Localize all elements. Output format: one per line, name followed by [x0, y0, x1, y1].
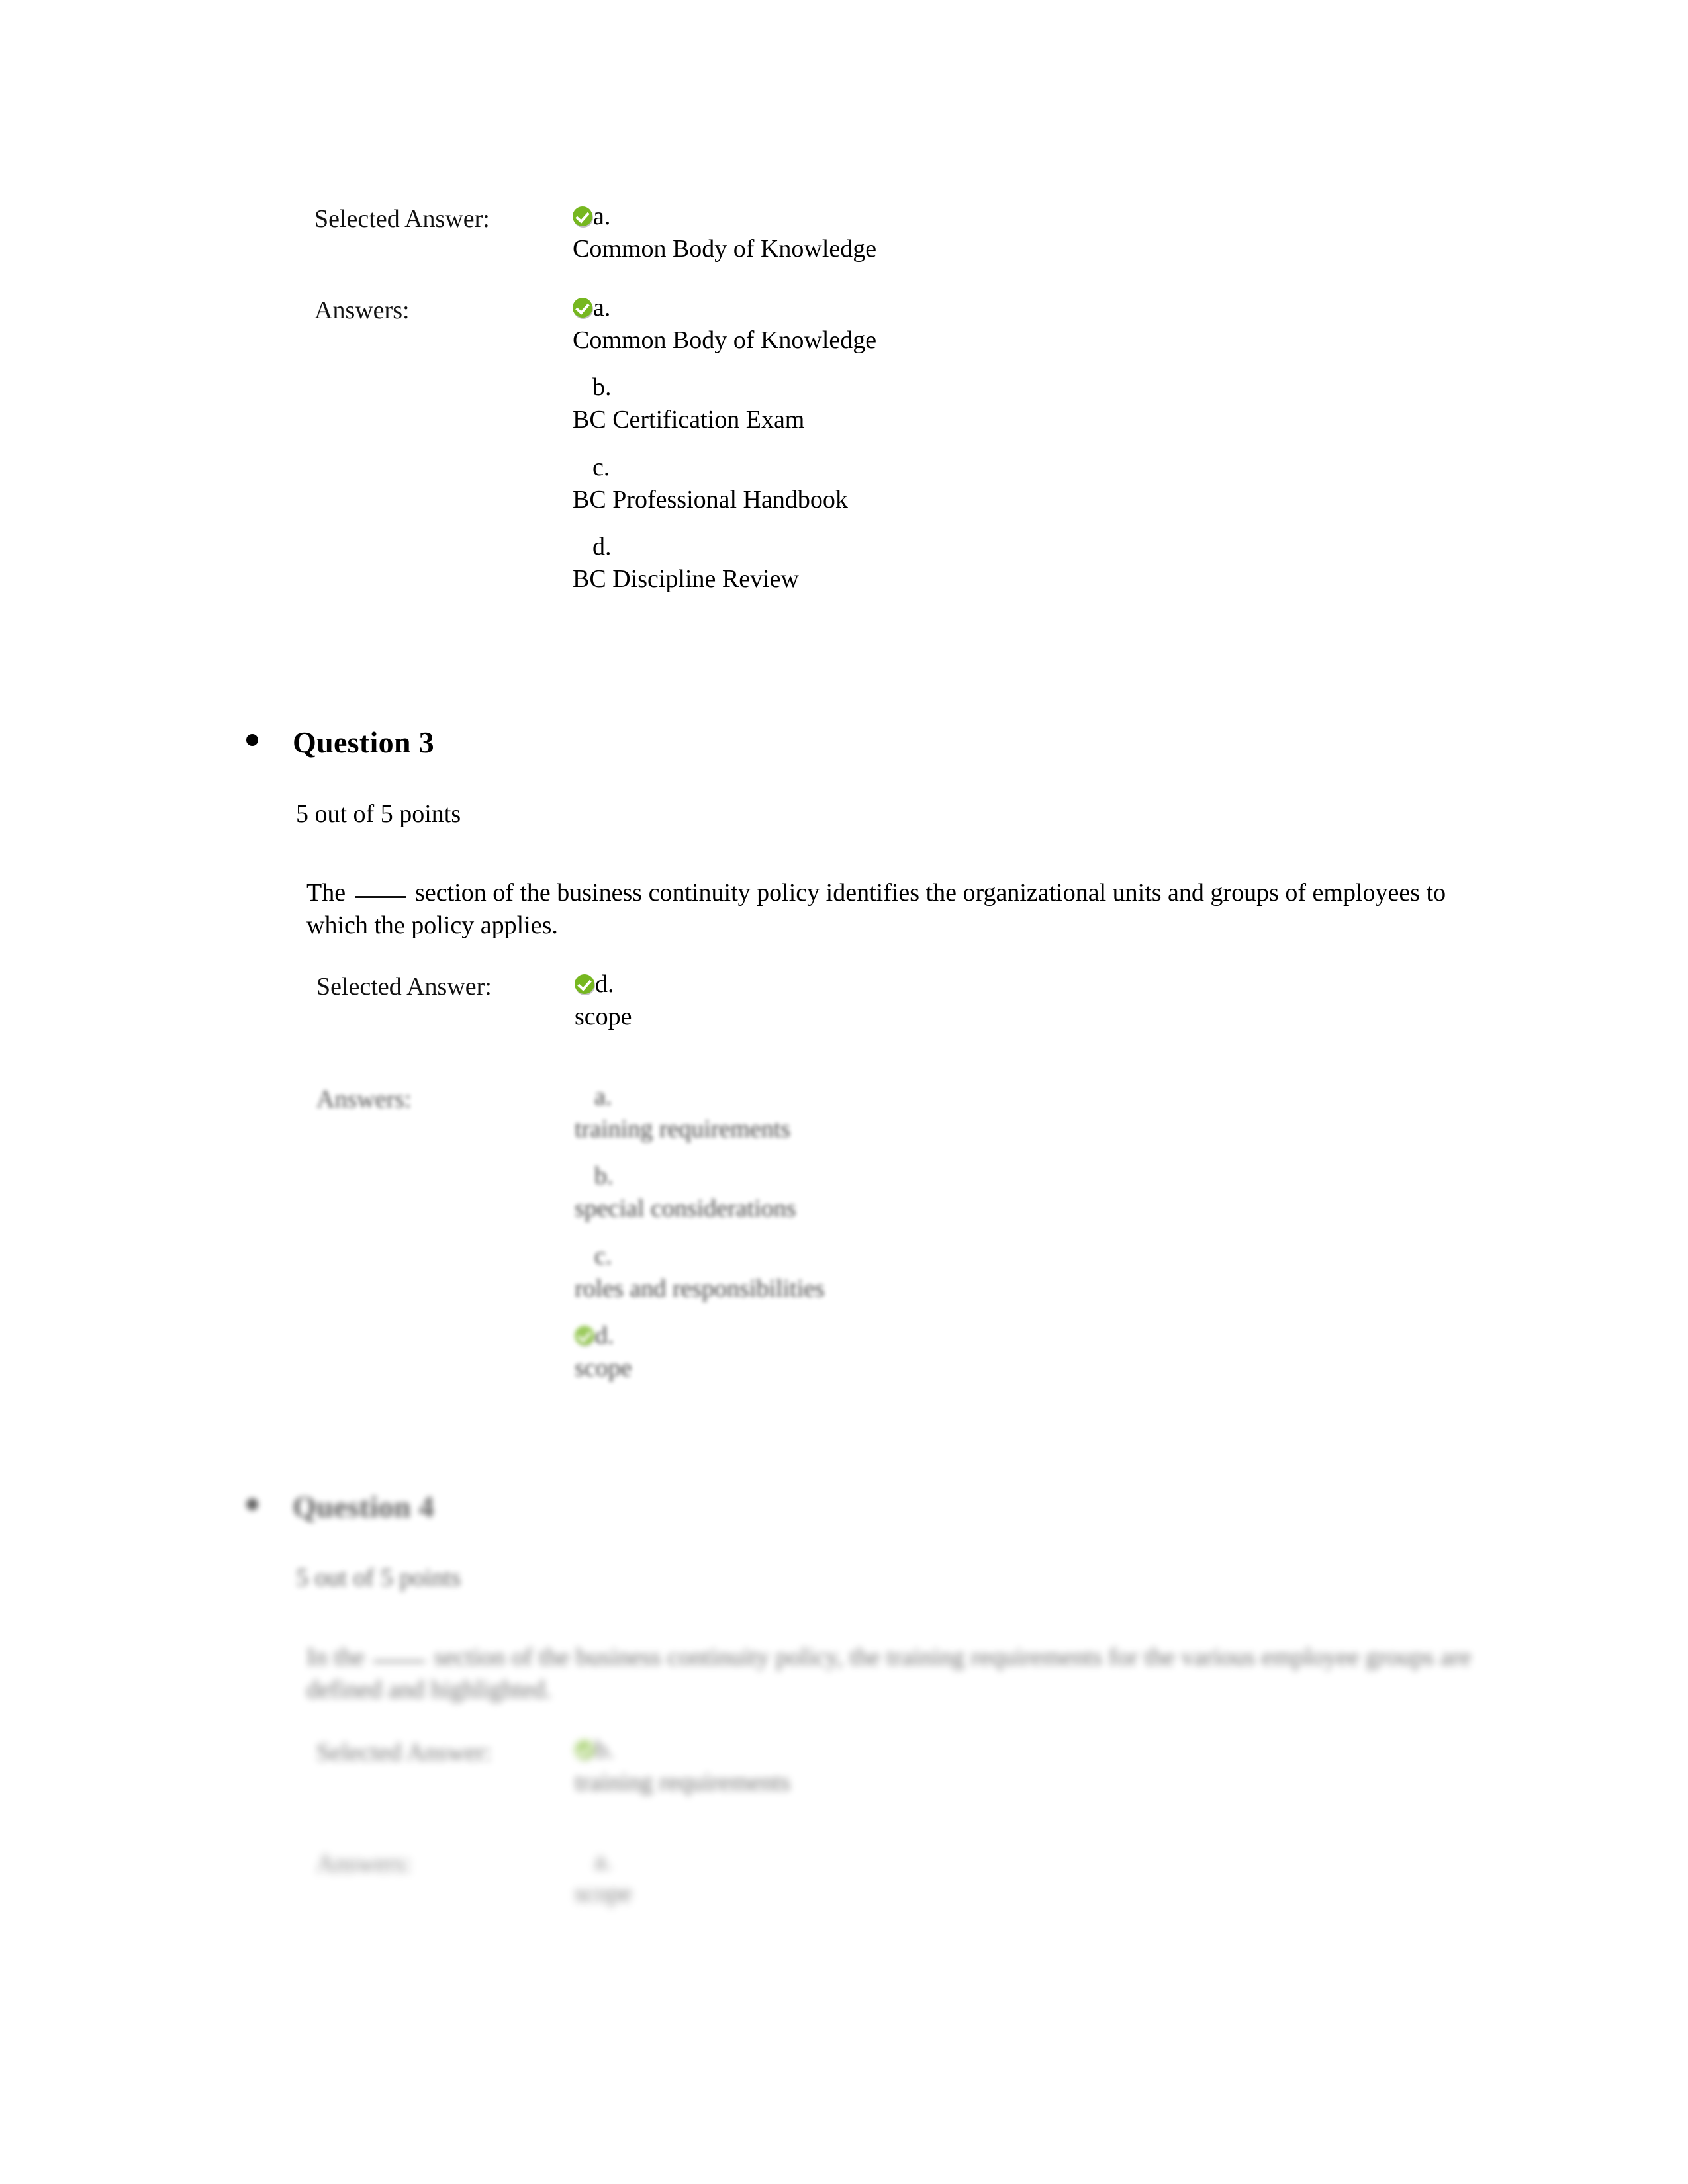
- document-page: Selected Answer: a. Common Body of Knowl…: [0, 0, 1688, 2184]
- qa-row: Selected Answer: a. Common Body of Knowl…: [314, 202, 1440, 264]
- option-letter: c.: [594, 1242, 612, 1270]
- option-letter-row: a.: [573, 202, 1440, 231]
- question-3-text: The section of the business continuity p…: [306, 877, 1498, 942]
- option-text: scope: [575, 1354, 632, 1383]
- answers-option-list: a. training requirements b. special cons…: [575, 1082, 1442, 1383]
- option-text: Common Body of Knowledge: [573, 235, 877, 263]
- question-text-before-blank: The: [306, 879, 352, 907]
- option: d. BC Discipline Review: [573, 532, 1440, 594]
- green-check-icon: [575, 1740, 594, 1760]
- option: d. scope: [575, 970, 1442, 1032]
- option: b. special considerations: [575, 1161, 1442, 1224]
- option-text: BC Discipline Review: [573, 565, 799, 594]
- list-bullet-icon: [246, 734, 258, 746]
- option-letter: d.: [595, 970, 614, 998]
- qa-row: Answers: a. scope: [316, 1846, 1442, 1909]
- question-text-after-blank: section of the business continuity polic…: [306, 1643, 1472, 1704]
- option-letter: d.: [595, 1321, 614, 1349]
- q3-answers-block: Answers: a. training requirements b. spe…: [316, 1082, 1442, 1383]
- question-4-heading: Question 4: [246, 1489, 434, 1524]
- qa-row: Answers: a. Common Body of Knowledge b. …: [314, 293, 1440, 594]
- option-letter: b.: [594, 1162, 614, 1191]
- option-text: BC Professional Handbook: [573, 485, 848, 514]
- answers-label: Answers:: [316, 1850, 412, 1878]
- selected-answer-option: b. training requirements: [575, 1735, 1442, 1797]
- option: c. roles and responsibilities: [575, 1242, 1442, 1304]
- list-bullet-icon: [246, 1498, 258, 1510]
- option-text: BC Certification Exam: [573, 406, 805, 434]
- option-text: training requirements: [575, 1768, 791, 1796]
- option-letter-row: d.: [573, 532, 1440, 561]
- option-text: special considerations: [575, 1195, 796, 1223]
- question-title: Question 4: [293, 1490, 434, 1524]
- option-text: scope: [575, 1880, 632, 1907]
- option-text: training requirements: [575, 1115, 791, 1143]
- green-check-icon: [573, 298, 592, 318]
- option-text: roles and responsibilities: [575, 1274, 825, 1302]
- option: c. BC Professional Handbook: [573, 453, 1440, 515]
- option-letter-row: b.: [575, 1735, 1442, 1764]
- green-check-icon: [575, 974, 594, 994]
- option-letter: a.: [594, 1082, 612, 1111]
- question-3-points: 5 out of 5 points: [296, 800, 461, 828]
- answers-option-list: a. Common Body of Knowledge b. BC Certif…: [573, 293, 1440, 594]
- option-letter: a.: [594, 1846, 612, 1875]
- qa-row: Answers: a. training requirements b. spe…: [316, 1082, 1442, 1383]
- option-letter-row: b.: [575, 1161, 1442, 1191]
- selected-answer-label: Selected Answer:: [316, 973, 492, 1001]
- option-text: Common Body of Knowledge: [573, 326, 877, 354]
- option-letter-row: a.: [575, 1846, 1442, 1876]
- question-text-after-blank: section of the business continuity polic…: [306, 879, 1446, 940]
- option: a. Common Body of Knowledge: [573, 202, 1440, 264]
- question-4-points: 5 out of 5 points: [296, 1564, 461, 1592]
- option: a. Common Body of Knowledge: [573, 293, 1440, 355]
- green-check-icon: [573, 206, 592, 226]
- option-letter: b.: [592, 373, 612, 402]
- option-letter-row: a.: [573, 293, 1440, 322]
- option-letter-row: a.: [575, 1082, 1442, 1111]
- option: a. training requirements: [575, 1082, 1442, 1144]
- q4-answers-block: Answers: a. scope: [316, 1846, 1442, 1909]
- green-check-icon: [575, 1326, 594, 1346]
- option: d. scope: [575, 1321, 1442, 1383]
- option-letter-row: d.: [575, 1321, 1442, 1350]
- option-letter-row: d.: [575, 970, 1442, 999]
- option-letter: b.: [595, 1735, 614, 1764]
- selected-answer-option: a. Common Body of Knowledge: [573, 202, 1440, 264]
- qa-row: Selected Answer: d. scope: [316, 970, 1442, 1032]
- question-text-before-blank: In the: [306, 1643, 371, 1671]
- q4-selected-answer-block: Selected Answer: b. training requirement…: [316, 1735, 1442, 1797]
- selected-answer-label: Selected Answer:: [316, 1739, 492, 1766]
- answers-option-list: a. scope: [575, 1846, 1442, 1909]
- q2-answers-block: Answers: a. Common Body of Knowledge b. …: [314, 293, 1440, 594]
- answers-label: Answers:: [316, 1085, 412, 1113]
- qa-row: Selected Answer: b. training requirement…: [316, 1735, 1442, 1797]
- answers-label: Answers:: [314, 296, 410, 324]
- option-letter: a.: [593, 202, 611, 230]
- option-text: scope: [575, 1003, 632, 1030]
- selected-answer-label: Selected Answer:: [314, 205, 490, 233]
- q3-selected-answer-block: Selected Answer: d. scope: [316, 970, 1442, 1032]
- option-letter-row: c.: [573, 453, 1440, 482]
- q2-selected-answer-block: Selected Answer: a. Common Body of Knowl…: [314, 202, 1440, 264]
- question-3-heading: Question 3: [246, 725, 434, 760]
- question-title: Question 3: [293, 725, 434, 759]
- option: a. scope: [575, 1846, 1442, 1909]
- option: b. training requirements: [575, 1735, 1442, 1797]
- option-letter: d.: [592, 532, 612, 561]
- selected-answer-option: d. scope: [575, 970, 1442, 1032]
- option-letter-row: b.: [573, 373, 1440, 402]
- option: b. BC Certification Exam: [573, 373, 1440, 435]
- option-letter: a.: [593, 293, 611, 322]
- question-4-text: In the section of the business continuit…: [306, 1641, 1498, 1707]
- fill-in-blank: [373, 1661, 426, 1662]
- option-letter: c.: [592, 453, 610, 481]
- fill-in-blank: [354, 896, 406, 898]
- option-letter-row: c.: [575, 1242, 1442, 1271]
